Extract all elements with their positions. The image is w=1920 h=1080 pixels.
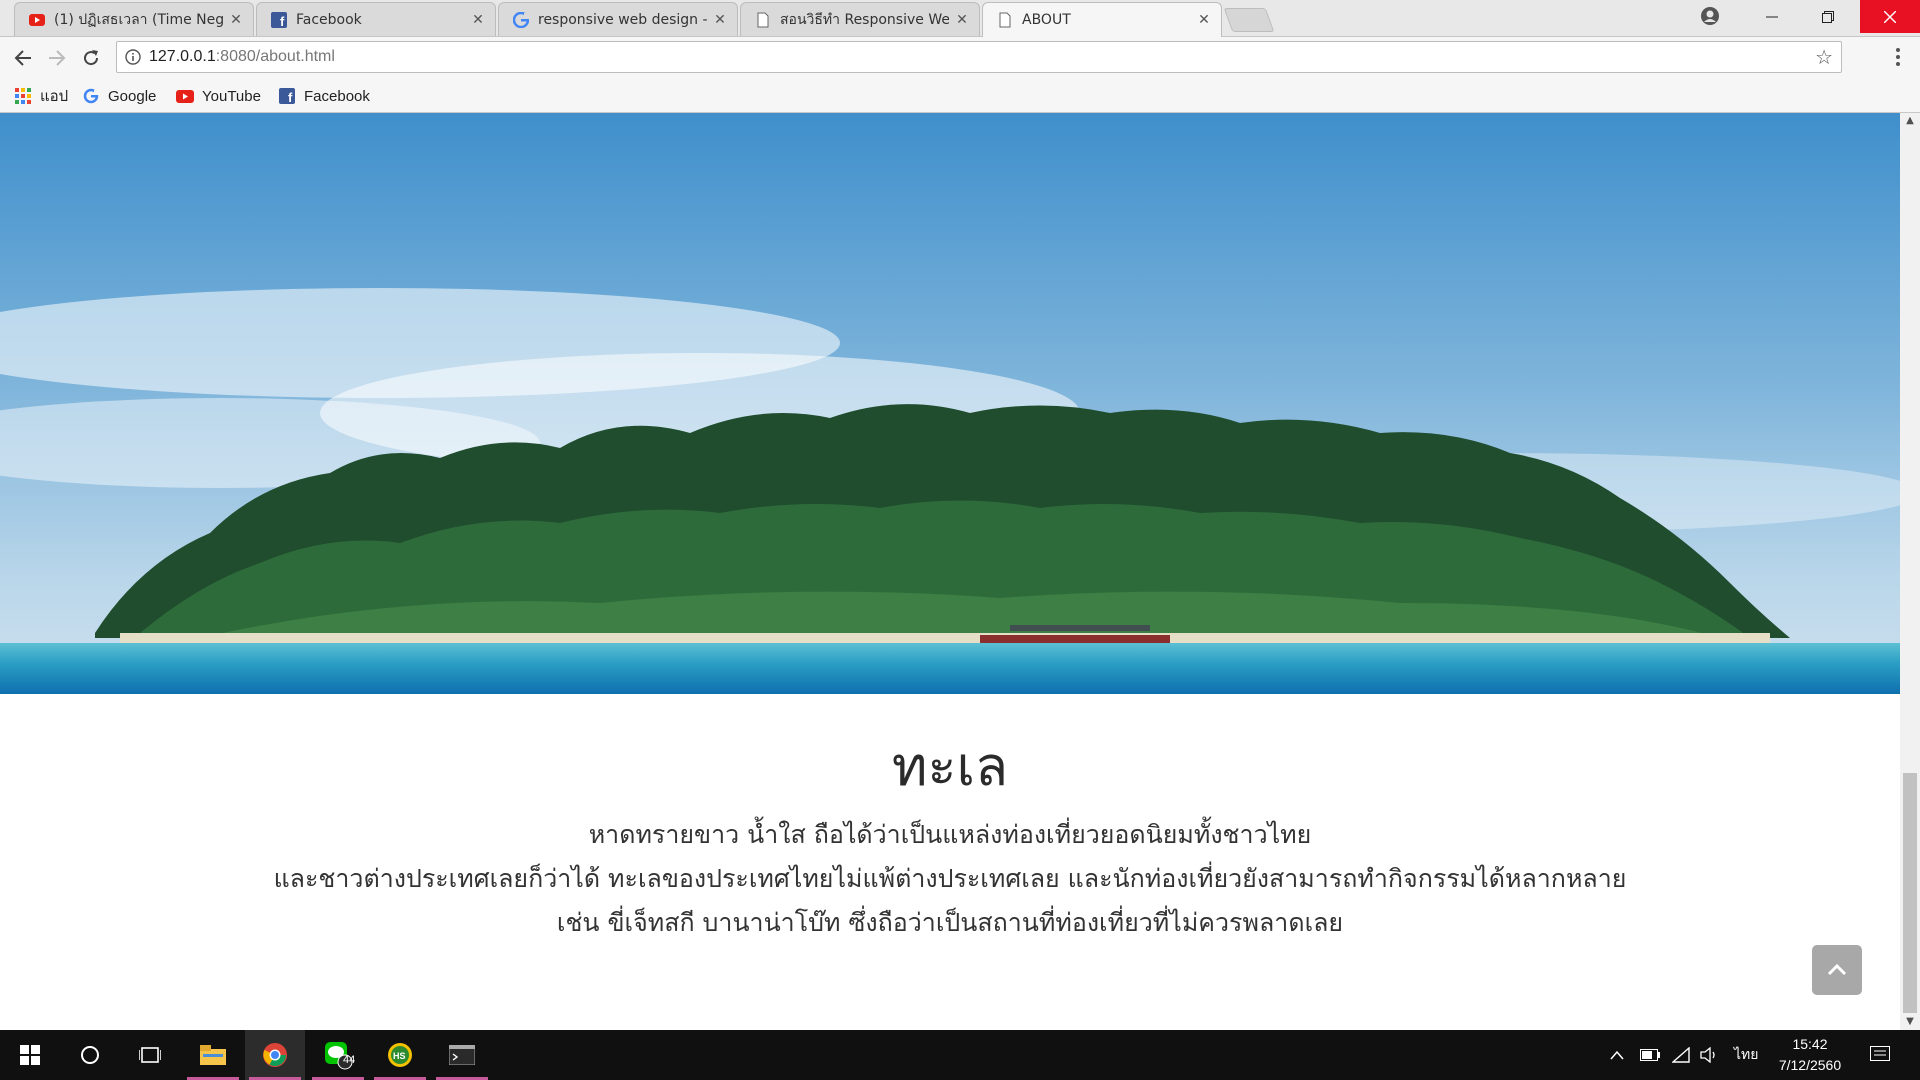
forward-icon[interactable] bbox=[44, 45, 70, 71]
section-description: หาดทรายขาว น้ำใส ถือได้ว่าเป็นแหล่งท่องเ… bbox=[0, 813, 1900, 945]
bookmark-label: Facebook bbox=[304, 87, 370, 105]
wifi-icon[interactable] bbox=[1672, 1030, 1690, 1080]
tab-close-icon[interactable]: ✕ bbox=[229, 12, 243, 28]
bookmark-label: YouTube bbox=[202, 87, 261, 105]
google-icon bbox=[513, 11, 529, 28]
url-text: 127.0.0.1:8080/about.html bbox=[149, 48, 335, 66]
battery-icon[interactable] bbox=[1640, 1030, 1660, 1080]
youtube-icon bbox=[29, 12, 45, 28]
scrollbar-thumb[interactable] bbox=[1903, 773, 1917, 1013]
scroll-down-arrow-icon[interactable]: ▼ bbox=[1900, 1014, 1920, 1030]
task-view-icon[interactable] bbox=[120, 1030, 180, 1080]
bookmark-google[interactable]: Google bbox=[82, 85, 156, 107]
page-icon bbox=[755, 12, 771, 28]
tab-facebook[interactable]: f Facebook ✕ bbox=[256, 2, 496, 36]
tab-close-icon[interactable]: ✕ bbox=[471, 12, 485, 28]
tab-responsive-tutorial[interactable]: สอนวิธีทำ Responsive Web ✕ bbox=[740, 2, 980, 36]
reload-icon[interactable] bbox=[78, 45, 104, 71]
tab-title: responsive web design - bbox=[538, 11, 707, 28]
bookmark-label: แอป bbox=[40, 88, 69, 105]
file-explorer-icon[interactable] bbox=[183, 1030, 243, 1080]
notification-center-icon[interactable] bbox=[1870, 1030, 1890, 1080]
tab-close-icon[interactable]: ✕ bbox=[713, 12, 727, 28]
volume-icon[interactable] bbox=[1700, 1030, 1720, 1080]
clock-date: 7/12/2560 bbox=[1778, 1057, 1842, 1073]
page-icon bbox=[997, 12, 1013, 28]
bookmarks-bar: แอป Google YouTube f Facebook bbox=[0, 79, 1920, 113]
tab-close-icon[interactable]: ✕ bbox=[1197, 12, 1211, 28]
browser-menu-icon[interactable] bbox=[1888, 43, 1908, 71]
google-icon bbox=[82, 87, 100, 105]
description-line: หาดทรายขาว น้ำใส ถือได้ว่าเป็นแหล่งท่องเ… bbox=[588, 820, 1312, 849]
site-info-icon[interactable] bbox=[125, 49, 141, 65]
cortana-search-icon[interactable] bbox=[60, 1030, 120, 1080]
section-title: ทะเล bbox=[891, 735, 1009, 798]
tab-title: (1) ปฏิเสธเวลา (Time Nega bbox=[54, 11, 223, 28]
url-host: 127.0.0.1 bbox=[149, 48, 216, 65]
url-path: :8080/about.html bbox=[215, 48, 335, 65]
tab-title: ABOUT bbox=[1022, 12, 1071, 28]
input-language-indicator[interactable]: ไทย bbox=[1734, 1030, 1758, 1080]
line-unread-badge: 44 bbox=[343, 1054, 356, 1066]
browser-toolbar: 127.0.0.1:8080/about.html ☆ bbox=[0, 37, 1920, 79]
browser-tab-strip: (1) ปฏิเสธเวลา (Time Nega ✕ f Facebook ✕… bbox=[0, 0, 1920, 37]
description-line: เช่น ขี่เจ็ทสกี บานาน่าโบ๊ท ซึ่งถือว่าเป… bbox=[556, 908, 1344, 937]
description-line: และชาวต่างประเทศเลยก็ว่าได้ ทะเลของประเท… bbox=[273, 864, 1627, 893]
bookmark-apps[interactable]: แอป bbox=[14, 85, 68, 107]
scroll-up-arrow-icon[interactable]: ▲ bbox=[1900, 113, 1920, 129]
line-icon[interactable]: 44 bbox=[308, 1030, 368, 1080]
youtube-icon bbox=[176, 87, 194, 105]
tab-youtube[interactable]: (1) ปฏิเสธเวลา (Time Nega ✕ bbox=[14, 2, 254, 36]
hero-island-image bbox=[0, 113, 1900, 694]
apps-grid-icon bbox=[14, 87, 32, 105]
svg-text:f: f bbox=[288, 90, 293, 104]
bookmark-label: Google bbox=[108, 87, 157, 105]
tab-google-search[interactable]: responsive web design - ✕ bbox=[498, 2, 738, 36]
taskbar-clock[interactable]: 15:42 7/12/2560 bbox=[1764, 1034, 1856, 1076]
start-windows-icon[interactable] bbox=[0, 1030, 60, 1080]
close-window-icon[interactable] bbox=[1860, 0, 1920, 33]
tab-title: สอนวิธีทำ Responsive Web bbox=[780, 11, 949, 28]
chevron-up-icon bbox=[1827, 961, 1847, 980]
svg-text:HS: HS bbox=[393, 1051, 406, 1061]
windows-taskbar: 44 HS ไทย 15:42 7/12/2560 bbox=[0, 1030, 1920, 1080]
facebook-icon: f bbox=[278, 87, 296, 105]
hs-app-icon[interactable]: HS bbox=[370, 1030, 430, 1080]
svg-text:f: f bbox=[280, 14, 285, 28]
bookmark-facebook[interactable]: f Facebook bbox=[278, 85, 370, 107]
back-to-top-button[interactable] bbox=[1812, 945, 1862, 995]
facebook-icon: f bbox=[271, 11, 287, 28]
profile-icon[interactable] bbox=[1700, 6, 1720, 26]
tab-close-icon[interactable]: ✕ bbox=[955, 12, 969, 28]
restore-icon[interactable] bbox=[1800, 0, 1856, 33]
bookmark-youtube[interactable]: YouTube bbox=[176, 85, 261, 107]
chrome-icon[interactable] bbox=[245, 1030, 305, 1080]
minimize-icon[interactable] bbox=[1744, 0, 1800, 33]
page-viewport: ทะเล หาดทรายขาว น้ำใส ถือได้ว่าเป็นแหล่ง… bbox=[0, 113, 1900, 1030]
terminal-icon[interactable] bbox=[432, 1030, 492, 1080]
tab-title: Facebook bbox=[296, 11, 362, 28]
address-bar[interactable]: 127.0.0.1:8080/about.html ☆ bbox=[116, 41, 1842, 73]
tray-chevron-up-icon[interactable] bbox=[1610, 1030, 1624, 1080]
tab-about[interactable]: ABOUT ✕ bbox=[982, 2, 1222, 37]
back-icon[interactable] bbox=[10, 45, 36, 71]
bookmark-star-icon[interactable]: ☆ bbox=[1815, 45, 1833, 69]
new-tab-button[interactable] bbox=[1223, 8, 1275, 32]
clock-time: 15:42 bbox=[1792, 1036, 1828, 1052]
page-scrollbar[interactable]: ▲ ▼ bbox=[1900, 113, 1920, 1030]
